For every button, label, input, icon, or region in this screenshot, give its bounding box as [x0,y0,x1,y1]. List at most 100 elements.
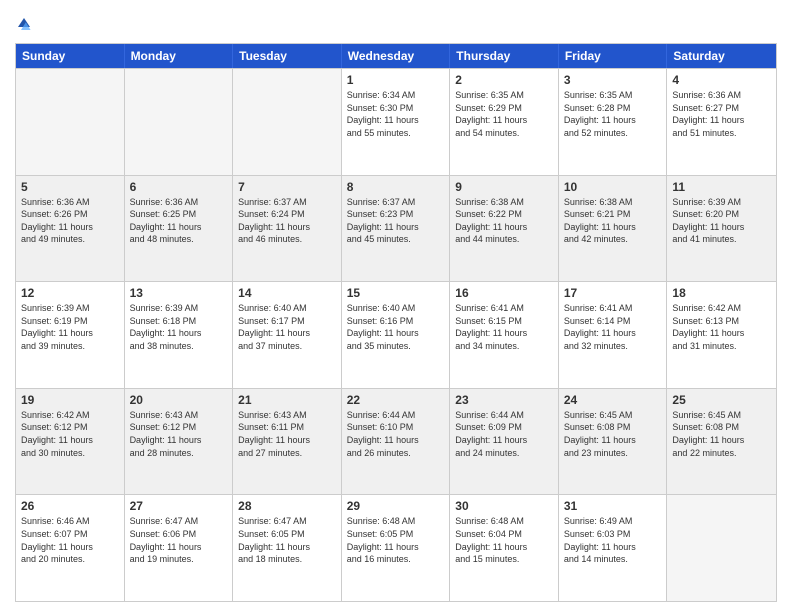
day-info: Sunrise: 6:37 AM Sunset: 6:24 PM Dayligh… [238,196,336,246]
day-cell-30: 30Sunrise: 6:48 AM Sunset: 6:04 PM Dayli… [450,495,559,601]
day-info: Sunrise: 6:40 AM Sunset: 6:17 PM Dayligh… [238,302,336,352]
day-cell-27: 27 Sunrise: 6:47 AM Sunset: 6:06 PM Dayli… [125,495,234,601]
day-info: Sunrise: 6:35 AM Sunset: 6:28 PM Dayligh… [564,89,662,139]
day-number: 21 [238,393,336,407]
day-info: Sunrise: 6:37 AM Sunset: 6:23 PM Dayligh… [347,196,445,246]
day-info: Sunrise: 6:35 AM Sunset: 6:29 PM Dayligh… [455,89,553,139]
day-cell-9: 9 Sunrise: 6:38 AM Sunset: 6:22 PM Daylig… [450,176,559,282]
day-cell-21: 21 Sunrise: 6:43 AM Sunset: 6:11 PM Dayli… [233,389,342,495]
calendar-row-1: 1 Sunrise: 6:34 AM Sunset: 6:30 PM Daylig… [16,68,776,175]
empty-cell [667,495,776,601]
logo [15,15,35,33]
day-number: 20 [130,393,228,407]
day-number: 30 [455,499,553,513]
day-number: 5 [21,180,119,194]
day-cell-15: 15 Sunrise: 6:40 AM Sunset: 6:16 PM Dayli… [342,282,451,388]
day-number: 4 [672,73,771,87]
header-cell-saturday: Saturday [667,44,776,68]
day-cell-12: 12 Sunrise: 6:39 AM Sunset: 6:19 PM Dayli… [16,282,125,388]
day-number: 9 [455,180,553,194]
day-info: Sunrise: 6:42 AM Sunset: 6:13 PM Dayligh… [672,302,771,352]
day-cell-10: 10Sunrise: 6:38 AM Sunset: 6:21 PM Dayli… [559,176,668,282]
day-cell-22: 22 Sunrise: 6:44 AM Sunset: 6:10 PM Dayli… [342,389,451,495]
empty-cell [16,69,125,175]
day-info: Sunrise: 6:39 AM Sunset: 6:19 PM Dayligh… [21,302,119,352]
day-cell-3: 3 Sunrise: 6:35 AM Sunset: 6:28 PM Daylig… [559,69,668,175]
header-cell-sunday: Sunday [16,44,125,68]
empty-cell [125,69,234,175]
day-info: Sunrise: 6:41 AM Sunset: 6:14 PM Dayligh… [564,302,662,352]
day-number: 6 [130,180,228,194]
day-cell-2: 2 Sunrise: 6:35 AM Sunset: 6:29 PM Daylig… [450,69,559,175]
calendar-row-2: 5 Sunrise: 6:36 AM Sunset: 6:26 PM Daylig… [16,175,776,282]
day-number: 28 [238,499,336,513]
day-number: 22 [347,393,445,407]
day-number: 27 [130,499,228,513]
header-cell-monday: Monday [125,44,234,68]
day-number: 8 [347,180,445,194]
day-info: Sunrise: 6:48 AM Sunset: 6:05 PM Dayligh… [347,515,445,565]
day-number: 10 [564,180,662,194]
day-info: Sunrise: 6:49 AM Sunset: 6:03 PM Dayligh… [564,515,662,565]
day-cell-4: 4 Sunrise: 6:36 AM Sunset: 6:27 PM Daylig… [667,69,776,175]
calendar-row-4: 19Sunrise: 6:42 AM Sunset: 6:12 PM Dayli… [16,388,776,495]
day-cell-19: 19Sunrise: 6:42 AM Sunset: 6:12 PM Dayli… [16,389,125,495]
day-cell-5: 5 Sunrise: 6:36 AM Sunset: 6:26 PM Daylig… [16,176,125,282]
day-number: 14 [238,286,336,300]
day-info: Sunrise: 6:43 AM Sunset: 6:12 PM Dayligh… [130,409,228,459]
day-info: Sunrise: 6:34 AM Sunset: 6:30 PM Dayligh… [347,89,445,139]
day-number: 2 [455,73,553,87]
page: SundayMondayTuesdayWednesdayThursdayFrid… [0,0,792,612]
day-cell-17: 17 Sunrise: 6:41 AM Sunset: 6:14 PM Dayli… [559,282,668,388]
day-number: 15 [347,286,445,300]
header [15,15,777,33]
day-cell-20: 20 Sunrise: 6:43 AM Sunset: 6:12 PM Dayli… [125,389,234,495]
day-number: 29 [347,499,445,513]
logo-icon [15,15,33,33]
day-info: Sunrise: 6:38 AM Sunset: 6:22 PM Dayligh… [455,196,553,246]
header-cell-thursday: Thursday [450,44,559,68]
day-info: Sunrise: 6:47 AM Sunset: 6:05 PM Dayligh… [238,515,336,565]
day-number: 18 [672,286,771,300]
day-number: 26 [21,499,119,513]
day-cell-14: 14 Sunrise: 6:40 AM Sunset: 6:17 PM Dayli… [233,282,342,388]
day-number: 31 [564,499,662,513]
day-number: 11 [672,180,771,194]
day-info: Sunrise: 6:45 AM Sunset: 6:08 PM Dayligh… [672,409,771,459]
day-cell-6: 6Sunrise: 6:36 AM Sunset: 6:25 PM Daylig… [125,176,234,282]
day-cell-1: 1 Sunrise: 6:34 AM Sunset: 6:30 PM Daylig… [342,69,451,175]
day-cell-18: 18 Sunrise: 6:42 AM Sunset: 6:13 PM Dayli… [667,282,776,388]
day-number: 3 [564,73,662,87]
day-cell-26: 26 Sunrise: 6:46 AM Sunset: 6:07 PM Dayli… [16,495,125,601]
day-cell-23: 23 Sunrise: 6:44 AM Sunset: 6:09 PM Dayli… [450,389,559,495]
day-number: 17 [564,286,662,300]
day-info: Sunrise: 6:36 AM Sunset: 6:26 PM Dayligh… [21,196,119,246]
day-info: Sunrise: 6:39 AM Sunset: 6:18 PM Dayligh… [130,302,228,352]
calendar: SundayMondayTuesdayWednesdayThursdayFrid… [15,43,777,602]
calendar-body: 1 Sunrise: 6:34 AM Sunset: 6:30 PM Daylig… [16,68,776,601]
day-info: Sunrise: 6:36 AM Sunset: 6:27 PM Dayligh… [672,89,771,139]
day-cell-16: 16Sunrise: 6:41 AM Sunset: 6:15 PM Dayli… [450,282,559,388]
day-info: Sunrise: 6:46 AM Sunset: 6:07 PM Dayligh… [21,515,119,565]
day-info: Sunrise: 6:44 AM Sunset: 6:10 PM Dayligh… [347,409,445,459]
day-info: Sunrise: 6:47 AM Sunset: 6:06 PM Dayligh… [130,515,228,565]
day-info: Sunrise: 6:44 AM Sunset: 6:09 PM Dayligh… [455,409,553,459]
calendar-row-3: 12 Sunrise: 6:39 AM Sunset: 6:19 PM Dayli… [16,281,776,388]
day-number: 13 [130,286,228,300]
header-cell-tuesday: Tuesday [233,44,342,68]
day-cell-13: 13 Sunrise: 6:39 AM Sunset: 6:18 PM Dayli… [125,282,234,388]
empty-cell [233,69,342,175]
day-cell-8: 8 Sunrise: 6:37 AM Sunset: 6:23 PM Daylig… [342,176,451,282]
calendar-row-5: 26 Sunrise: 6:46 AM Sunset: 6:07 PM Dayli… [16,494,776,601]
day-info: Sunrise: 6:40 AM Sunset: 6:16 PM Dayligh… [347,302,445,352]
day-cell-28: 28 Sunrise: 6:47 AM Sunset: 6:05 PM Dayli… [233,495,342,601]
day-info: Sunrise: 6:45 AM Sunset: 6:08 PM Dayligh… [564,409,662,459]
day-cell-25: 25 Sunrise: 6:45 AM Sunset: 6:08 PM Dayli… [667,389,776,495]
day-number: 12 [21,286,119,300]
day-number: 19 [21,393,119,407]
day-info: Sunrise: 6:43 AM Sunset: 6:11 PM Dayligh… [238,409,336,459]
day-info: Sunrise: 6:39 AM Sunset: 6:20 PM Dayligh… [672,196,771,246]
day-number: 23 [455,393,553,407]
day-number: 25 [672,393,771,407]
day-number: 1 [347,73,445,87]
